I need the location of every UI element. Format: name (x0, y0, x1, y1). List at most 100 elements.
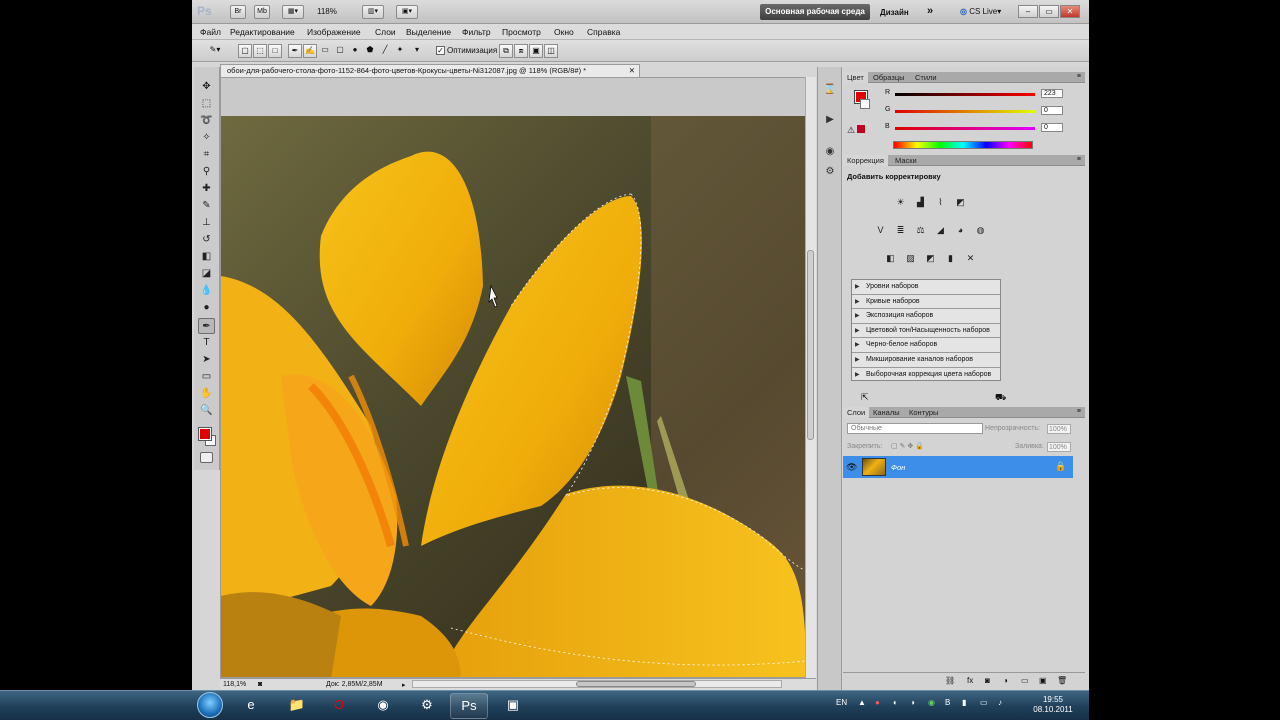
workspace-essentials-button[interactable]: Основная рабочая среда (760, 4, 870, 20)
menu-layers[interactable]: Слои (375, 27, 396, 37)
geometry-options-icon[interactable]: ▾ (410, 44, 424, 58)
layer-row-background[interactable]: 👁 Фон 🔒 (843, 456, 1073, 478)
tab-styles[interactable]: Стили (911, 72, 941, 83)
tray-up-arrow-icon[interactable]: ▲ (858, 698, 866, 707)
rounded-rectangle-icon[interactable]: ▢ (333, 44, 347, 58)
app-icon[interactable]: ⚙ (408, 693, 446, 719)
system-clock[interactable]: 19:55 08.10.2011 (1033, 695, 1073, 715)
media-app-icon[interactable]: ▣ (494, 693, 532, 719)
start-button[interactable] (197, 692, 223, 718)
posterize-icon[interactable]: ▨ (903, 251, 918, 265)
preset-item[interactable]: Цветовой тон/Насыщенность наборов (852, 324, 1000, 339)
cs-live-button[interactable]: ◎ CS Live▾ (960, 7, 1001, 16)
r-slider[interactable] (895, 93, 1035, 96)
polygon-shape-icon[interactable]: ⬟ (363, 44, 377, 58)
tray-bluetooth-icon[interactable]: B (945, 698, 950, 707)
crop-tool-icon[interactable]: ⌗ (198, 147, 215, 163)
preset-item[interactable]: Черно-белое наборов (852, 338, 1000, 353)
g-slider[interactable] (895, 110, 1035, 113)
brush-tool-icon[interactable]: ✎ (198, 198, 215, 214)
color-balance-icon[interactable]: ⚖ (913, 223, 928, 237)
layer-mask-icon[interactable]: ◙ (985, 676, 990, 685)
minibridge-icon[interactable]: Mb (254, 5, 270, 19)
preset-item[interactable]: Выборочная коррекция цвета наборов (852, 368, 1000, 383)
exposure-icon[interactable]: ◩ (953, 195, 968, 209)
tray-app2-icon[interactable]: ◑ (910, 698, 915, 707)
black-white-icon[interactable]: ◢ (933, 223, 948, 237)
bridge-icon[interactable]: Br (230, 5, 246, 19)
status-menu-icon[interactable]: ◙ (258, 681, 262, 688)
canvas-vertical-scroll-thumb[interactable] (807, 250, 814, 440)
navigator-panel-icon[interactable]: ⚙ (823, 165, 837, 179)
r-value[interactable]: 223 (1041, 89, 1063, 98)
tray-signal-icon[interactable]: ▮ (962, 698, 966, 707)
history-brush-tool-icon[interactable]: ↺ (198, 232, 215, 248)
return-to-list-icon[interactable]: ⇱ (861, 392, 869, 403)
fill-pixels-icon[interactable]: □ (268, 44, 282, 58)
marquee-tool-icon[interactable]: ⬚ (198, 96, 215, 112)
shape-layers-icon[interactable]: ▢ (238, 44, 252, 58)
pen-tool-option-icon[interactable]: ✒ (288, 44, 302, 58)
maximize-icon[interactable]: ▭ (1039, 5, 1059, 18)
tab-layers[interactable]: Слои (843, 407, 870, 418)
path-subtract-icon[interactable]: ⧈ (514, 44, 528, 58)
layer-style-icon[interactable]: fx (967, 676, 973, 685)
eyedropper-tool-icon[interactable]: ⚲ (198, 164, 215, 180)
selective-color-icon[interactable]: ✕ (963, 251, 978, 265)
tray-network-icon[interactable]: ◉ (928, 698, 935, 707)
curves-icon[interactable]: ⌇ (933, 195, 948, 209)
rectangle-shape-icon[interactable]: ▭ (318, 44, 332, 58)
preset-item[interactable]: Экспозиция наборов (852, 309, 1000, 324)
type-tool-icon[interactable]: T (198, 335, 215, 351)
g-value[interactable]: 0 (1041, 106, 1063, 115)
preset-item[interactable]: Микширование каналов наборов (852, 353, 1000, 368)
pen-tool-icon[interactable]: ✒ (198, 318, 215, 334)
document-close-icon[interactable]: ✕ (629, 65, 635, 77)
quick-selection-tool-icon[interactable]: ✧ (198, 130, 215, 146)
menu-filter[interactable]: Фильтр (462, 27, 491, 37)
3d-panel-icon[interactable]: ◉ (823, 145, 837, 159)
freeform-pen-icon[interactable]: ✍ (303, 44, 317, 58)
photoshop-taskbar-icon[interactable]: Ps (450, 693, 488, 719)
layer-visibility-eye-icon[interactable]: 👁 (846, 462, 857, 473)
move-tool-icon[interactable]: ✥ (198, 79, 215, 95)
b-slider[interactable] (895, 127, 1035, 130)
threshold-icon[interactable]: ◩ (923, 251, 938, 265)
path-add-icon[interactable]: ⧉ (499, 44, 513, 58)
gradient-map-icon[interactable]: ▮ (943, 251, 958, 265)
blend-mode-select[interactable]: Обычные (847, 423, 983, 434)
document-canvas[interactable] (220, 77, 816, 678)
tab-channels[interactable]: Каналы (869, 407, 904, 418)
menu-edit[interactable]: Редактирование (230, 27, 295, 37)
fill-value[interactable]: 100% (1047, 442, 1071, 452)
tray-app-icon[interactable]: ◐ (893, 698, 898, 707)
clip-to-layer-icon[interactable]: ⛟ (995, 392, 1006, 404)
opacity-value[interactable]: 100% (1047, 424, 1071, 434)
zoom-level[interactable]: 118% (317, 7, 337, 16)
hand-tool-icon[interactable]: ✋ (198, 386, 215, 402)
dodge-tool-icon[interactable]: ● (198, 300, 215, 316)
quick-mask-icon[interactable] (200, 452, 213, 463)
menu-window[interactable]: Окно (554, 27, 574, 37)
opera-icon[interactable]: O (320, 693, 358, 719)
pen-preset-icon[interactable]: ✎▾ (204, 44, 226, 58)
lasso-tool-icon[interactable]: ➰ (198, 113, 215, 129)
tray-volume-icon[interactable]: ♪ (998, 698, 1002, 707)
explorer-icon[interactable]: 📁 (278, 693, 316, 719)
rectangle-tool-icon[interactable]: ▭ (198, 369, 215, 385)
ellipse-shape-icon[interactable]: ● (348, 44, 362, 58)
view-extras-icon[interactable]: ▦▾ (282, 5, 304, 19)
screen-mode-icon[interactable]: ▣▾ (396, 5, 418, 19)
levels-icon[interactable]: ▟ (913, 195, 928, 209)
adjustments-panel-menu-icon[interactable]: ≡ (1077, 156, 1081, 163)
color-background-swatch[interactable] (860, 99, 870, 109)
crocus-photo[interactable] (221, 116, 806, 678)
preset-item[interactable]: Кривые наборов (852, 295, 1000, 310)
minimize-icon[interactable]: – (1018, 5, 1038, 18)
menu-image[interactable]: Изображение (307, 27, 361, 37)
eraser-tool-icon[interactable]: ◧ (198, 249, 215, 265)
language-indicator[interactable]: EN (836, 698, 847, 707)
canvas-horizontal-scroll-thumb[interactable] (576, 681, 696, 687)
tray-monitor-icon[interactable]: ▭ (980, 698, 988, 707)
tab-swatches[interactable]: Образцы (869, 72, 909, 83)
